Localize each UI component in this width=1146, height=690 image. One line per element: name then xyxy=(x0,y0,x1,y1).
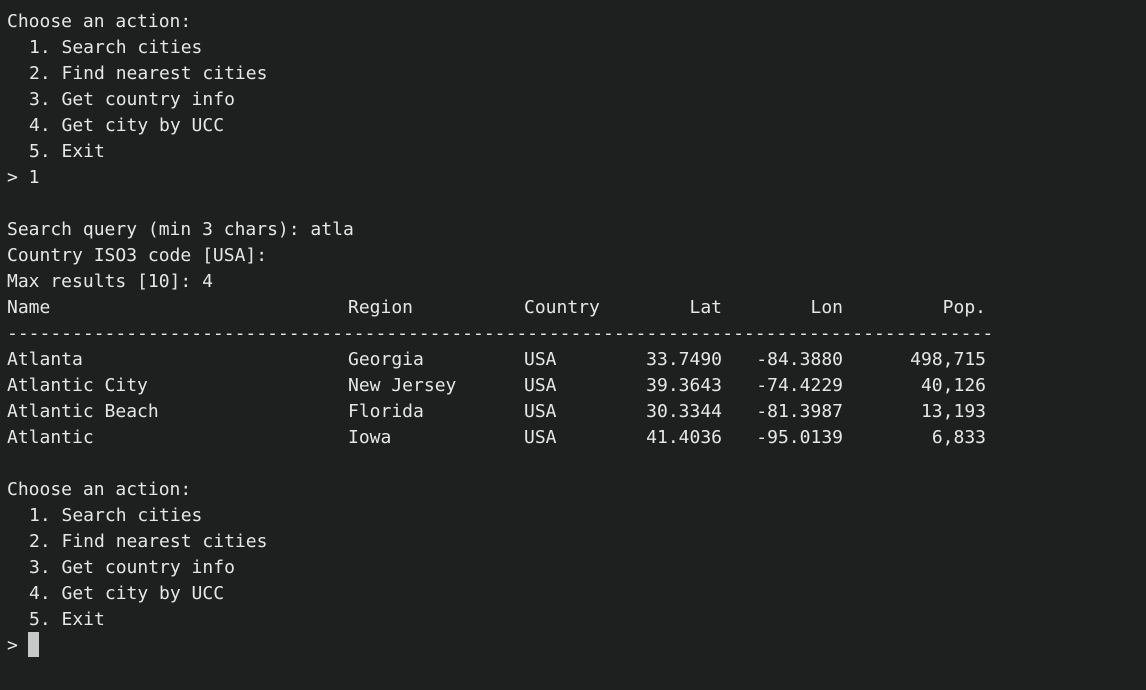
cell-pop: 498,715 xyxy=(910,349,986,370)
cell-pop: 13,193 xyxy=(920,401,986,422)
cell-region: New Jersey xyxy=(348,375,457,396)
cell-lon: -95.0139 xyxy=(756,427,843,448)
header-country: Country xyxy=(524,297,600,318)
cell-lon: -84.3880 xyxy=(756,349,843,370)
text-cursor[interactable] xyxy=(27,631,39,657)
menu-item-search: 1. Search cities xyxy=(29,505,203,526)
cell-lat: 41.4036 xyxy=(646,427,722,448)
cell-lat: 33.7490 xyxy=(646,349,722,370)
cell-region: Georgia xyxy=(348,349,424,370)
terminal-output[interactable]: Choose an action: 1. Search cities 2. Fi… xyxy=(7,9,1137,681)
header-lat: Lat xyxy=(689,297,722,318)
menu-item-city-ucc: 4. Get city by UCC xyxy=(29,115,225,136)
search-query-line: Search query (min 3 chars): atla xyxy=(7,219,354,240)
cell-name: Atlantic Beach xyxy=(7,401,159,422)
header-lon: Lon xyxy=(810,297,843,318)
cell-country: USA xyxy=(524,375,557,396)
cell-country: USA xyxy=(524,427,557,448)
table-row: Atlantic Iowa USA 41.4036 -95.0139 6,833 xyxy=(7,425,1137,451)
menu-item-country-info: 3. Get country info xyxy=(29,89,235,110)
cell-pop: 40,126 xyxy=(920,375,986,396)
cell-name: Atlantic City xyxy=(7,375,148,396)
menu-title: Choose an action: xyxy=(7,479,192,500)
menu-item-nearest: 2. Find nearest cities xyxy=(29,63,268,84)
cell-name: Atlanta xyxy=(7,349,83,370)
cell-region: Iowa xyxy=(348,427,392,448)
cell-country: USA xyxy=(524,401,557,422)
country-code-line: Country ISO3 code [USA]: xyxy=(7,245,268,266)
cell-name: Atlantic xyxy=(7,427,94,448)
header-region: Region xyxy=(348,297,414,318)
table-row: Atlantic City New Jersey USA 39.3643 -74… xyxy=(7,373,1137,399)
header-name: Name xyxy=(7,297,51,318)
menu-prompt-answer: > 1 xyxy=(7,167,40,188)
table-row: Atlanta Georgia USA 33.7490 -84.3880 498… xyxy=(7,347,1137,373)
table-row: Atlantic Beach Florida USA 30.3344 -81.3… xyxy=(7,399,1137,425)
menu-item-country-info: 3. Get country info xyxy=(29,557,235,578)
menu-title: Choose an action: xyxy=(7,11,192,32)
cell-lon: -74.4229 xyxy=(756,375,843,396)
cell-lon: -81.3987 xyxy=(756,401,843,422)
header-pop: Pop. xyxy=(942,297,986,318)
input-prompt-line[interactable]: > xyxy=(7,631,1137,659)
menu-item-exit: 5. Exit xyxy=(29,141,105,162)
table-header: Name Region Country Lat Lon Pop. xyxy=(7,295,1137,321)
max-results-line: Max results [10]: 4 xyxy=(7,271,213,292)
menu-item-search: 1. Search cities xyxy=(29,37,203,58)
cell-region: Florida xyxy=(348,401,424,422)
menu-item-city-ucc: 4. Get city by UCC xyxy=(29,583,225,604)
cell-lat: 39.3643 xyxy=(646,375,722,396)
menu-item-exit: 5. Exit xyxy=(29,609,105,630)
cell-pop: 6,833 xyxy=(931,427,986,448)
cell-country: USA xyxy=(524,349,557,370)
prompt-symbol: > xyxy=(7,635,18,656)
table-separator: ----------------------------------------… xyxy=(7,323,994,344)
cell-lat: 30.3344 xyxy=(646,401,722,422)
menu-item-nearest: 2. Find nearest cities xyxy=(29,531,268,552)
